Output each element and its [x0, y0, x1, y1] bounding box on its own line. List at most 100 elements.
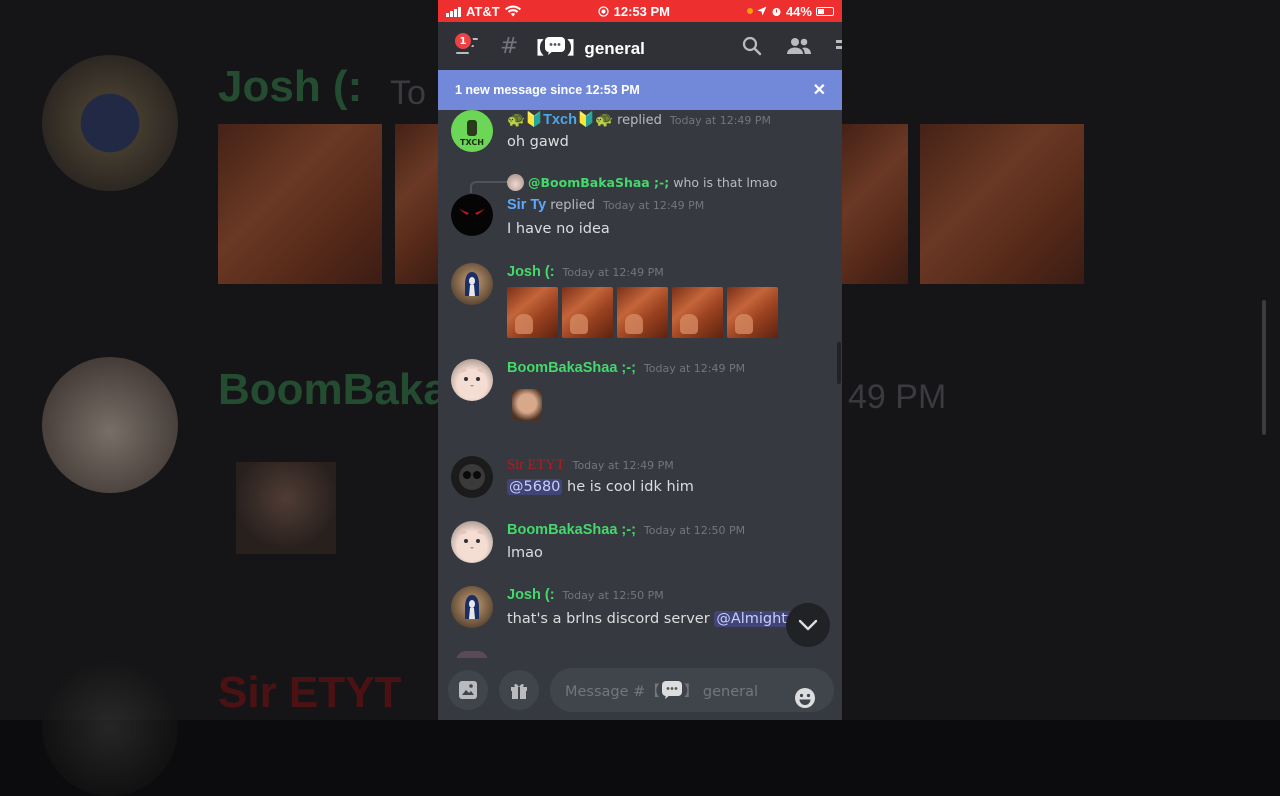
- avatar-cat-icon: [460, 528, 484, 549]
- message-timestamp: Today at 12:49 PM: [643, 362, 746, 375]
- gift-button[interactable]: [499, 670, 539, 710]
- gift-icon: [511, 683, 527, 699]
- avatar-figure-icon: [465, 272, 479, 296]
- message-timestamp: Today at 12:50 PM: [643, 524, 746, 537]
- channel-bracket-open: 【: [526, 38, 544, 58]
- wifi-icon: [504, 5, 521, 17]
- background-name-boombaka: BoomBaka: [218, 365, 448, 414]
- carrier-label: AT&T: [466, 3, 500, 19]
- avatar-figure-icon: [465, 595, 479, 619]
- message-text: lmao: [507, 545, 543, 561]
- avatar[interactable]: [451, 359, 493, 401]
- message-text: I have no idea: [507, 221, 610, 237]
- notification-badge: 1: [453, 31, 473, 51]
- speech-bubble-icon: [661, 681, 682, 699]
- search-icon[interactable]: [742, 36, 762, 56]
- avatar[interactable]: [451, 521, 493, 563]
- crying-boy-emoji[interactable]: [512, 389, 542, 421]
- threads-icon[interactable]: [836, 36, 842, 56]
- channel-header: 1 # 【 】general: [438, 22, 842, 70]
- author-name[interactable]: Josh (:: [507, 587, 555, 603]
- battery-percentage: 44%: [785, 3, 812, 19]
- laughing-man-emoji[interactable]: [562, 287, 613, 338]
- author-name[interactable]: BoomBakaShaa ;-;: [507, 360, 636, 376]
- laughing-man-emoji[interactable]: [617, 287, 668, 338]
- background-name-etyt: Sir ETYT: [218, 668, 402, 717]
- avatar[interactable]: TXCH: [451, 110, 493, 152]
- background-emoji-image: [920, 124, 1084, 284]
- message-text-row: @5680 he is cool idk him: [507, 479, 694, 495]
- jump-to-bottom-button[interactable]: [786, 603, 830, 647]
- mic-indicator-icon: [746, 8, 753, 14]
- author-name[interactable]: Sir Ty: [507, 197, 546, 213]
- message-timestamp: Today at 12:49 PM: [669, 114, 772, 127]
- emoji-picker-icon[interactable]: [794, 687, 816, 709]
- background-emoji-image: [395, 124, 438, 284]
- message-text: oh gawd: [507, 134, 569, 150]
- author-name[interactable]: 🐢🔰Txch🔰🐢: [507, 111, 613, 128]
- avatar[interactable]: [451, 263, 493, 305]
- message-timestamp: Today at 12:49 PM: [572, 459, 674, 472]
- avatar-skull-icon: [459, 464, 485, 490]
- close-icon[interactable]: ✕: [813, 80, 826, 100]
- status-bar: AT&T 12:53 PM 44%: [438, 0, 842, 22]
- reply-reference[interactable]: @BoomBakaShaa ;-; who is that lmao: [507, 174, 777, 191]
- background-time-fragment: 49 PM: [848, 378, 947, 416]
- avatar[interactable]: [451, 194, 493, 236]
- message-text: he is cool idk him: [567, 479, 694, 495]
- channel-hash-icon: #: [500, 33, 519, 59]
- channel-name: 【 】general: [526, 34, 645, 59]
- background-avatar-etyt: [42, 660, 178, 796]
- reply-avatar: [507, 174, 524, 191]
- avatar[interactable]: [451, 456, 493, 498]
- background-avatar-josh: [42, 55, 178, 191]
- message-input-placeholder-suffix: 】 general: [683, 683, 759, 700]
- background-name-josh: Josh (:: [218, 62, 363, 111]
- avatar[interactable]: [451, 586, 493, 628]
- avatar-figure-icon: [467, 120, 477, 136]
- laughing-man-emoji[interactable]: [727, 287, 778, 338]
- message-input[interactable]: Message #【 】 general: [550, 668, 834, 712]
- reply-connector: [470, 181, 508, 193]
- scrollbar[interactable]: [837, 342, 841, 384]
- message-text-row: that's a brlns discord server @AlmightyH: [507, 611, 809, 627]
- new-messages-banner[interactable]: 1 new message since 12:53 PM ✕: [438, 70, 842, 110]
- author-name[interactable]: Sir ETYT: [507, 457, 565, 474]
- attach-image-button[interactable]: [448, 670, 488, 710]
- laughing-man-emoji[interactable]: [507, 287, 558, 338]
- avatar-cat-icon: [460, 366, 484, 387]
- avatar-eyes-icon: [459, 209, 485, 215]
- next-avatar-peek: [456, 651, 488, 658]
- members-icon[interactable]: [786, 36, 812, 56]
- author-name[interactable]: Josh (:: [507, 264, 555, 280]
- screen-record-icon: [597, 5, 609, 17]
- status-time: 12:53 PM: [613, 3, 671, 19]
- alarm-icon: [772, 7, 781, 16]
- reply-author: @BoomBakaShaa ;-;: [528, 175, 670, 190]
- speech-bubble-icon: [545, 37, 566, 55]
- chevron-down-icon: [798, 619, 818, 631]
- new-messages-text: 1 new message since 12:53 PM: [455, 83, 640, 97]
- signal-icon: [446, 6, 461, 17]
- author-name[interactable]: BoomBakaShaa ;-;: [507, 522, 636, 538]
- emoji-row: [507, 287, 778, 338]
- background-scrollbar: [1262, 300, 1266, 435]
- message-timestamp: Today at 12:49 PM: [603, 199, 705, 212]
- message-input-placeholder-prefix: Message #【: [565, 683, 660, 700]
- background-boy-image: [236, 462, 336, 554]
- background-avatar-cat: [42, 357, 178, 493]
- message-timestamp: Today at 12:50 PM: [562, 589, 664, 602]
- message-text: that's a brlns discord server: [507, 611, 710, 627]
- user-mention[interactable]: @5680: [507, 479, 563, 495]
- reply-preview-text: who is that lmao: [673, 175, 778, 190]
- avatar-label: TXCH: [460, 138, 484, 147]
- laughing-man-emoji[interactable]: [672, 287, 723, 338]
- background-emoji-image: [218, 124, 382, 284]
- battery-icon: [815, 6, 834, 16]
- message-list[interactable]: TXCH 🐢🔰Txch🔰🐢 replied Today at 12:49 PM …: [438, 110, 842, 658]
- background-emoji-image: [842, 124, 908, 284]
- image-icon: [459, 681, 477, 699]
- replied-label: replied: [617, 113, 662, 128]
- message-timestamp: Today at 12:49 PM: [562, 266, 664, 279]
- background-timestamp-fragment: To: [390, 74, 426, 112]
